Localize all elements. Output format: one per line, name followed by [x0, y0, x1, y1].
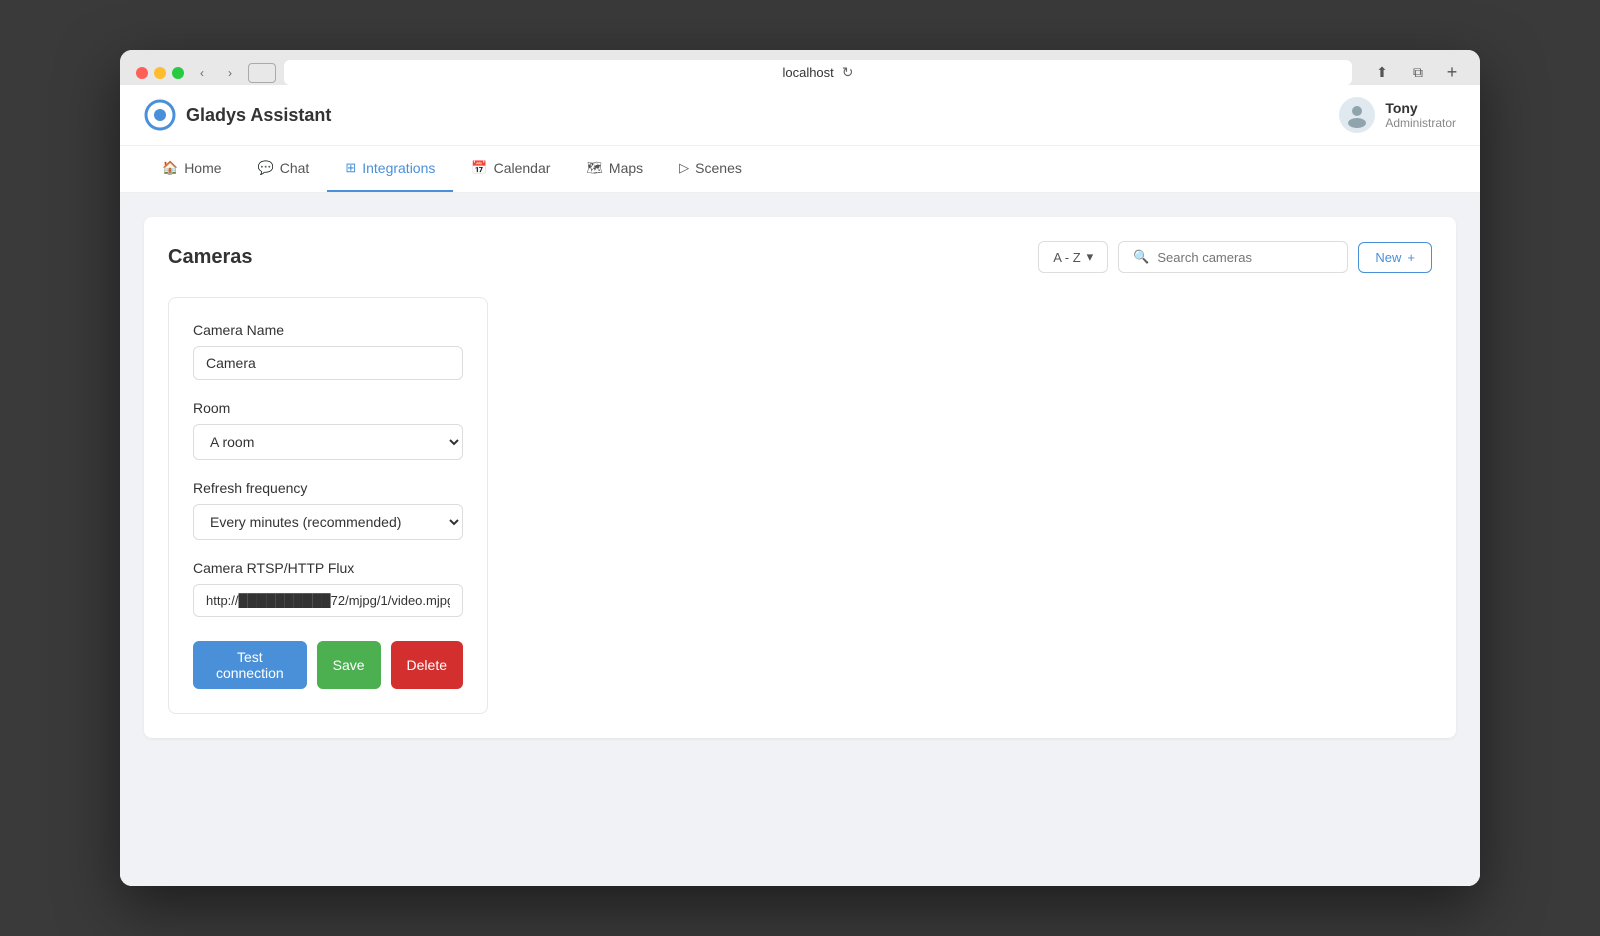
forward-button[interactable]: › — [220, 63, 240, 83]
browser-chrome: ‹ › localhost ↻ ⬆ ⧉ + — [120, 50, 1480, 85]
user-details: Tony Administrator — [1385, 100, 1456, 130]
test-connection-button[interactable]: Test connection — [193, 641, 307, 689]
nav-maps-label: Maps — [609, 160, 643, 176]
browser-actions: ⬆ ⧉ + — [1368, 61, 1464, 85]
flux-input[interactable] — [193, 584, 463, 617]
maps-icon: 🗺 — [586, 160, 603, 176]
save-button[interactable]: Save — [317, 641, 381, 689]
sidebar-item-chat[interactable]: 💬 Chat — [240, 146, 328, 192]
room-label: Room — [193, 400, 463, 416]
browser-controls: ‹ › localhost ↻ ⬆ ⧉ + — [136, 60, 1464, 85]
sidebar-item-maps[interactable]: 🗺 Maps — [568, 146, 661, 192]
room-group: Room A room Living room Bedroom Kitchen — [193, 400, 463, 460]
main-content: Cameras A - Z ▾ 🔍 New + — [120, 193, 1480, 886]
search-icon: 🔍 — [1133, 249, 1149, 265]
minimize-icon[interactable] — [154, 67, 166, 79]
app-title: Gladys Assistant — [186, 105, 331, 126]
cameras-card: Cameras A - Z ▾ 🔍 New + — [144, 217, 1456, 738]
new-button[interactable]: New + — [1358, 242, 1432, 273]
chat-icon: 💬 — [258, 160, 274, 176]
app-logo: Gladys Assistant — [144, 99, 331, 131]
add-tab-button[interactable]: + — [1440, 61, 1464, 85]
flux-label: Camera RTSP/HTTP Flux — [193, 560, 463, 576]
url-text: localhost — [782, 65, 833, 80]
nav-scenes-label: Scenes — [695, 160, 742, 176]
nav-calendar-label: Calendar — [494, 160, 551, 176]
browser-window: ‹ › localhost ↻ ⬆ ⧉ + Gladys Assistant — [120, 50, 1480, 886]
nav-integrations-label: Integrations — [362, 160, 435, 176]
user-name: Tony — [1385, 100, 1456, 116]
chevron-down-icon: ▾ — [1087, 249, 1094, 265]
sidebar-item-scenes[interactable]: ▷ Scenes — [661, 146, 760, 192]
camera-name-input[interactable] — [193, 346, 463, 380]
url-bar[interactable]: localhost ↻ — [284, 60, 1352, 85]
room-select[interactable]: A room Living room Bedroom Kitchen — [193, 424, 463, 460]
new-tab-button[interactable]: ⧉ — [1404, 61, 1432, 85]
sidebar-item-calendar[interactable]: 📅 Calendar — [453, 146, 568, 192]
app-container: Gladys Assistant Tony Administrator 🏠 — [120, 85, 1480, 886]
share-button[interactable]: ⬆ — [1368, 61, 1396, 85]
user-info: Tony Administrator — [1339, 97, 1456, 133]
maximize-icon[interactable] — [172, 67, 184, 79]
cameras-controls: A - Z ▾ 🔍 New + — [1038, 241, 1432, 273]
delete-button[interactable]: Delete — [391, 641, 463, 689]
camera-name-label: Camera Name — [193, 322, 463, 338]
calendar-icon: 📅 — [471, 160, 487, 176]
app-nav: 🏠 Home 💬 Chat ⊞ Integrations 📅 Calendar … — [120, 146, 1480, 193]
refresh-label: Refresh frequency — [193, 480, 463, 496]
sidebar-button[interactable] — [248, 63, 276, 83]
sort-label: A - Z — [1053, 250, 1080, 265]
search-box: 🔍 — [1118, 241, 1348, 273]
new-button-label: New — [1375, 250, 1401, 265]
sidebar-item-integrations[interactable]: ⊞ Integrations — [327, 146, 453, 192]
app-header: Gladys Assistant Tony Administrator — [120, 85, 1480, 146]
back-button[interactable]: ‹ — [192, 63, 212, 83]
nav-home-label: Home — [184, 160, 221, 176]
camera-form-card: Camera Name Room A room Living room Bedr… — [168, 297, 488, 714]
search-input[interactable] — [1157, 250, 1333, 265]
cameras-header: Cameras A - Z ▾ 🔍 New + — [168, 241, 1432, 273]
close-icon[interactable] — [136, 67, 148, 79]
page-title: Cameras — [168, 246, 253, 269]
nav-chat-label: Chat — [280, 160, 310, 176]
sort-button[interactable]: A - Z ▾ — [1038, 241, 1108, 273]
plus-icon: + — [1407, 250, 1415, 265]
sidebar-item-home[interactable]: 🏠 Home — [144, 146, 240, 192]
camera-name-group: Camera Name — [193, 322, 463, 380]
avatar — [1339, 97, 1375, 133]
home-icon: 🏠 — [162, 160, 178, 176]
user-role: Administrator — [1385, 116, 1456, 130]
form-actions: Test connection Save Delete — [193, 641, 463, 689]
scenes-icon: ▷ — [679, 160, 689, 176]
refresh-group: Refresh frequency Every minutes (recomme… — [193, 480, 463, 540]
integrations-icon: ⊞ — [345, 160, 356, 176]
flux-group: Camera RTSP/HTTP Flux — [193, 560, 463, 617]
gladys-logo-icon — [144, 99, 176, 131]
refresh-select[interactable]: Every minutes (recommended) Every 5 minu… — [193, 504, 463, 540]
refresh-icon[interactable]: ↻ — [842, 64, 854, 81]
traffic-lights — [136, 67, 184, 79]
